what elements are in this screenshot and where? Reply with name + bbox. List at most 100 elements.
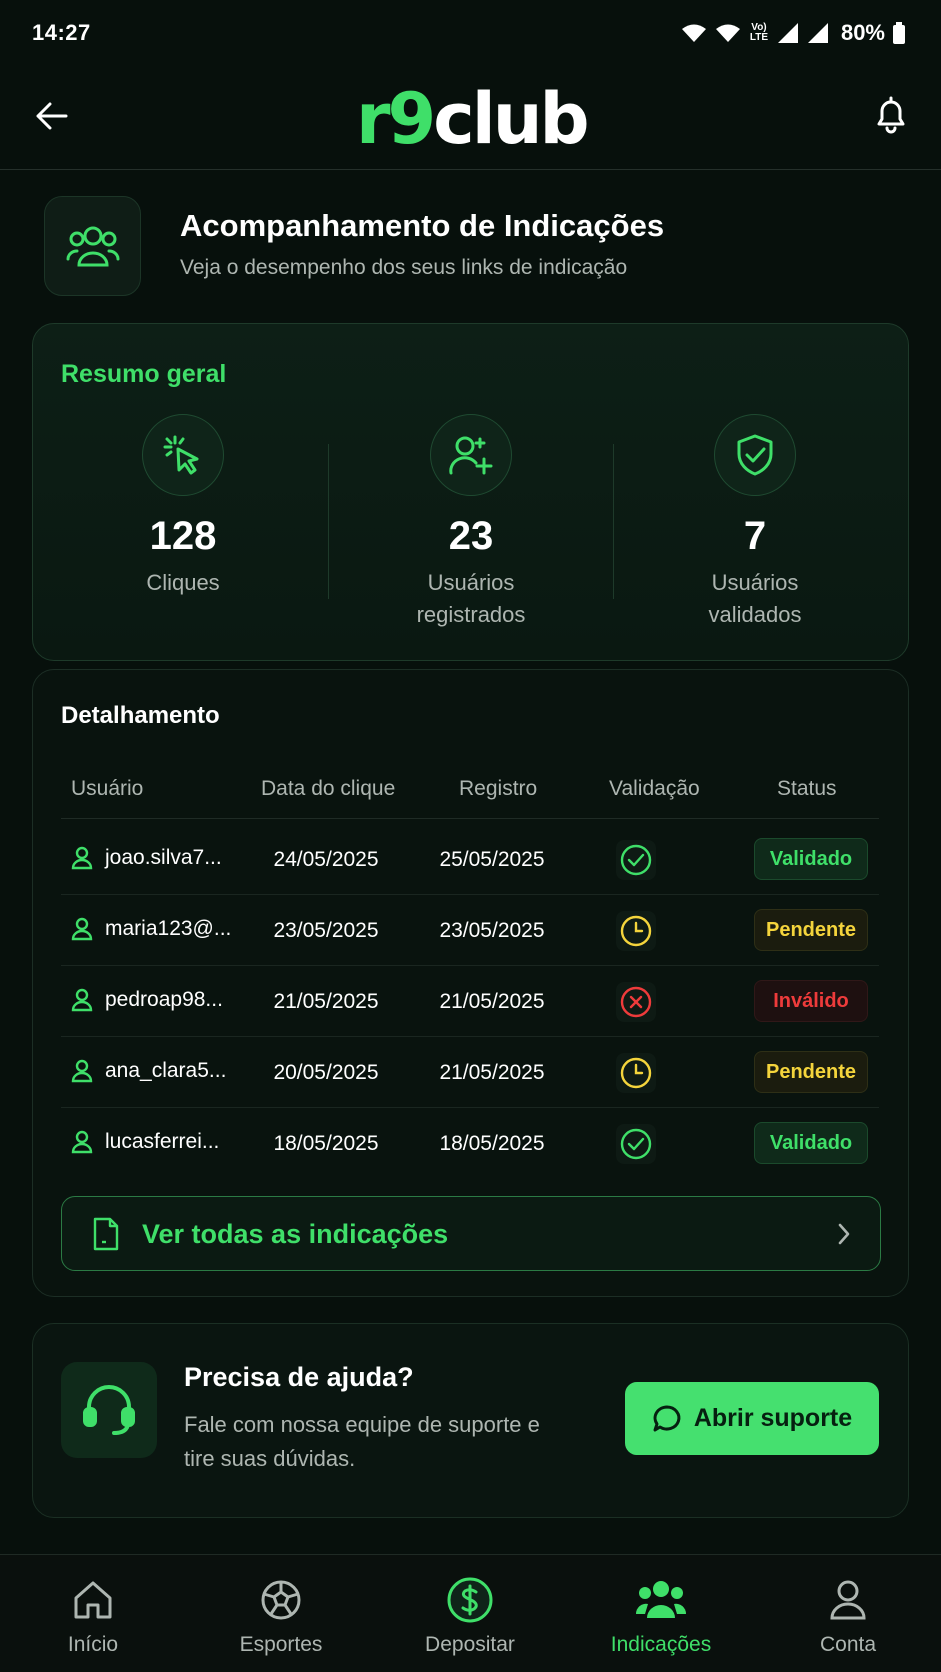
table-row[interactable]: maria123@... 23/05/2025 23/05/2025 Pende…	[61, 895, 879, 966]
open-support-label: Abrir suporte	[693, 1404, 853, 1432]
app-bar: r9club	[0, 66, 941, 170]
battery-percent: 80%	[840, 20, 885, 45]
details-label: Detalhamento	[61, 702, 220, 729]
row-user: pedroap98...	[71, 988, 223, 1012]
user-icon	[830, 1580, 866, 1620]
row-username: joao.silva7...	[105, 846, 222, 869]
referrals-header-icon-box	[44, 196, 141, 296]
x-circle-icon	[620, 986, 652, 1018]
open-support-button[interactable]: Abrir suporte	[625, 1382, 879, 1455]
users-icon	[635, 1581, 687, 1618]
nav-item-indicacoes[interactable]: Indicações	[586, 1573, 736, 1657]
signal-icon	[777, 23, 798, 43]
help-title: Precisa de ajuda?	[184, 1362, 414, 1392]
dollar-circle-icon	[447, 1577, 493, 1623]
logo-club: club	[433, 78, 589, 160]
row-user: maria123@...	[71, 917, 231, 941]
user-icon	[71, 1059, 93, 1083]
row-registration-date: 21/05/2025	[439, 990, 545, 1013]
headset-icon	[83, 1385, 135, 1435]
status-time: 14:27	[32, 20, 91, 45]
bottom-navigation: Início Esportes Depositar Indicações Con…	[0, 1554, 941, 1672]
check-circle-icon	[620, 1128, 652, 1160]
nav-label: Início	[67, 1633, 119, 1656]
page-header: Acompanhamento de Indicações Veja o dese…	[44, 196, 904, 296]
document-icon	[93, 1217, 119, 1251]
stat-value: 128	[149, 514, 217, 558]
nav-item-depositar[interactable]: Depositar	[395, 1573, 545, 1657]
bell-icon[interactable]	[869, 92, 913, 136]
user-icon	[71, 917, 93, 941]
row-click-date: 21/05/2025	[273, 990, 379, 1013]
nav-label: Esportes	[239, 1633, 323, 1656]
row-username: maria123@...	[105, 917, 232, 940]
column-header-click-date: Data do clique	[261, 777, 396, 800]
logo-r9: r9	[356, 78, 436, 160]
column-header-validation: Validação	[609, 777, 700, 800]
stat-icon-circle	[714, 414, 796, 496]
stat-divider	[328, 444, 329, 599]
home-icon	[74, 1581, 112, 1619]
stat-icon-circle	[430, 414, 512, 496]
stat-clicks: 128 Cliques	[53, 414, 313, 599]
stat-registered: 23 Usuários registrados	[341, 414, 601, 631]
row-validation	[616, 840, 656, 880]
row-username: ana_clara5...	[105, 1059, 227, 1082]
row-username: pedroap98...	[105, 988, 223, 1011]
row-user: ana_clara5...	[71, 1059, 226, 1083]
cursor-click-icon	[163, 435, 199, 475]
help-card: Precisa de ajuda? Fale com nossa equipe …	[32, 1323, 909, 1518]
help-description: Fale com nossa equipe de suporte e tire …	[184, 1412, 540, 1471]
row-validation	[616, 911, 656, 951]
row-registration-date: 18/05/2025	[439, 1132, 545, 1155]
status-badge: Pendente	[754, 909, 868, 951]
status-bar: 14:27 Vo) LTE 80%	[0, 0, 941, 66]
summary-label: Resumo geral	[61, 360, 227, 388]
user-icon	[71, 1130, 93, 1154]
nav-label: Conta	[819, 1633, 877, 1656]
signal-icon	[807, 23, 828, 43]
row-registration-date: 23/05/2025	[439, 919, 545, 942]
battery-icon	[893, 22, 905, 44]
nav-item-conta[interactable]: Conta	[773, 1573, 923, 1657]
row-validation	[616, 1124, 656, 1164]
stat-value: 7	[743, 514, 767, 558]
page-title: Acompanhamento de Indicações	[180, 208, 665, 243]
nav-label: Depositar	[425, 1633, 515, 1656]
status-badge: Validado	[754, 1122, 868, 1164]
back-arrow-icon[interactable]	[30, 94, 74, 138]
status-badge: Inválido	[754, 980, 868, 1022]
column-header-registration: Registro	[459, 777, 538, 800]
row-click-date: 20/05/2025	[273, 1061, 379, 1084]
chat-bubble-icon	[653, 1405, 681, 1431]
nav-item-inicio[interactable]: Início	[18, 1573, 168, 1657]
table-row[interactable]: ana_clara5... 20/05/2025 21/05/2025 Pend…	[61, 1037, 879, 1108]
stat-caption: Cliques	[146, 570, 220, 595]
column-header-status: Status	[777, 777, 837, 800]
row-registration-date: 25/05/2025	[439, 848, 545, 871]
table-row[interactable]: pedroap98... 21/05/2025 21/05/2025 Invál…	[61, 966, 879, 1037]
view-all-label: Ver todas as indicações	[142, 1219, 449, 1249]
stat-validated: 7 Usuários validados	[625, 414, 885, 631]
user-icon	[71, 988, 93, 1012]
user-plus-icon	[449, 436, 493, 475]
page-subtitle: Veja o desempenho dos seus links de indi…	[180, 256, 628, 279]
stat-caption: Usuários validados	[708, 570, 802, 627]
nav-label: Indicações	[610, 1633, 712, 1656]
support-icon-box	[61, 1362, 157, 1458]
stat-icon-circle	[142, 414, 224, 496]
stat-divider	[613, 444, 614, 599]
status-badge: Pendente	[754, 1051, 868, 1093]
nav-item-esportes[interactable]: Esportes	[206, 1573, 356, 1657]
check-circle-icon	[620, 844, 652, 876]
status-icons: Vo) LTE 80%	[681, 20, 905, 46]
row-user: joao.silva7...	[71, 846, 222, 870]
summary-card: Resumo geral 128 Cliques 23 Usuários reg…	[32, 323, 909, 661]
table-row[interactable]: joao.silva7... 24/05/2025 25/05/2025 Val…	[61, 824, 879, 895]
shield-check-icon	[737, 434, 773, 476]
table-row[interactable]: lucasferrei... 18/05/2025 18/05/2025 Val…	[61, 1108, 879, 1179]
row-click-date: 24/05/2025	[273, 848, 379, 871]
clock-icon	[620, 1057, 652, 1089]
row-click-date: 18/05/2025	[273, 1132, 379, 1155]
view-all-referrals-button[interactable]: Ver todas as indicações	[61, 1196, 881, 1271]
